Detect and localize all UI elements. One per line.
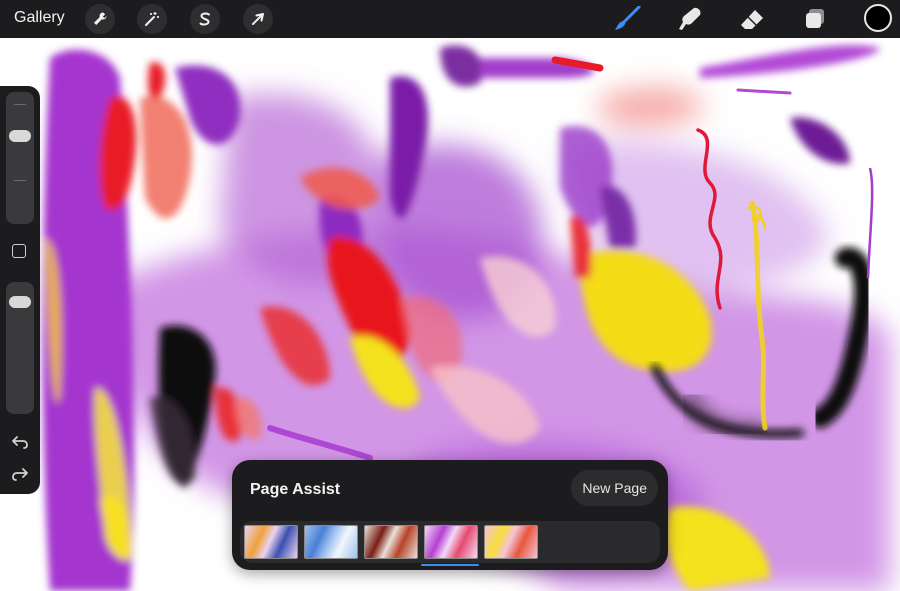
adjustments-button[interactable] [137,4,167,34]
eraser-tool[interactable] [737,5,767,33]
arrow-cursor-icon [252,13,264,25]
page-thumbnail-3[interactable] [364,525,418,559]
page-thumbnail-strip [240,521,660,563]
wrench-icon [94,12,107,25]
smudge-tool[interactable] [675,5,705,33]
left-sidebar [0,86,40,494]
page-assist-title: Page Assist [250,481,341,498]
brush-size-slider[interactable] [6,92,34,224]
layers-icon [806,9,824,28]
brush-size-handle[interactable] [9,130,31,142]
modify-button[interactable] [12,244,26,258]
redo-button[interactable] [10,464,30,484]
actions-button[interactable] [85,4,115,34]
brush-tool[interactable] [612,5,642,33]
slider-tick [14,104,26,105]
slider-tick [14,180,26,181]
opacity-slider[interactable] [6,282,34,414]
color-picker-button[interactable] [864,4,892,32]
selection-button[interactable] [190,4,220,34]
opacity-handle[interactable] [9,296,31,308]
page-thumbnail-2[interactable] [304,525,358,559]
page-thumbnail-4[interactable] [424,525,478,559]
gallery-button[interactable]: Gallery [14,9,65,27]
eraser-icon [741,10,763,29]
redo-arrow-icon [12,468,28,481]
selected-page-indicator [421,564,479,566]
page-thumbnail-1[interactable] [244,525,298,559]
magic-wand-icon [145,12,159,26]
undo-arrow-icon [12,436,28,449]
smudge-finger-icon [679,7,701,31]
paintbrush-icon [615,6,641,30]
selection-s-icon [199,12,210,26]
undo-button[interactable] [10,432,30,452]
transform-button[interactable] [243,4,273,34]
page-thumbnail-5[interactable] [484,525,538,559]
top-toolbar: Gallery [0,0,900,38]
layers-button[interactable] [800,5,830,33]
page-assist-panel: Page Assist New Page [232,460,668,570]
new-page-button[interactable]: New Page [571,470,658,506]
